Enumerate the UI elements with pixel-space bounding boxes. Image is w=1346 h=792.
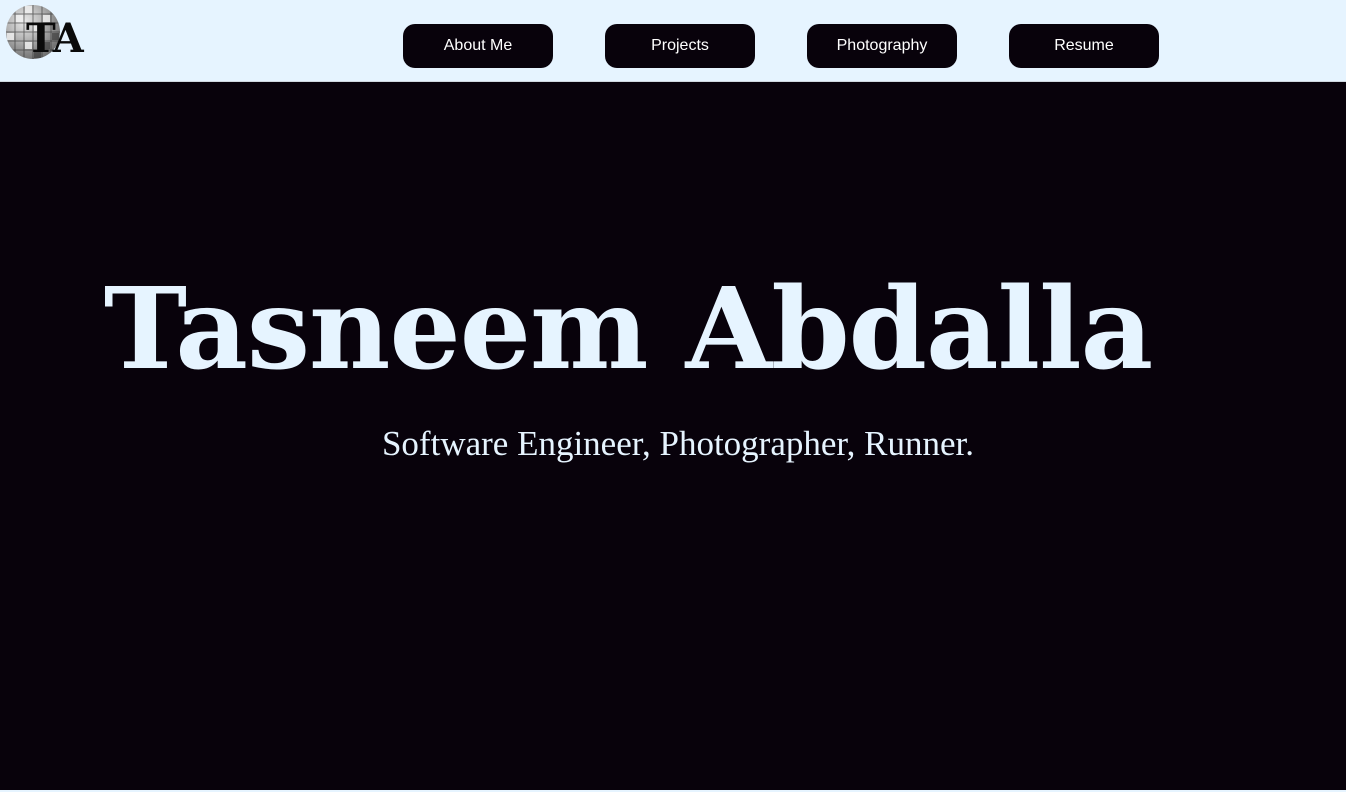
nav-about-me-button[interactable]: About Me [403,24,553,68]
nav-projects-button[interactable]: Projects [605,24,755,68]
hero-section: Tasneem Abdalla Software Engineer, Photo… [0,82,1346,790]
site-header: TA About Me Projects Photography Resume [0,0,1346,82]
hero-tagline: Software Engineer, Photographer, Runner. [381,424,975,463]
site-logo[interactable]: TA [4,3,90,63]
nav-photography-button[interactable]: Photography [807,24,957,68]
hero-name: Tasneem Abdalla [103,264,1153,395]
logo-initials: TA [26,15,84,62]
nav-resume-button[interactable]: Resume [1009,24,1159,68]
